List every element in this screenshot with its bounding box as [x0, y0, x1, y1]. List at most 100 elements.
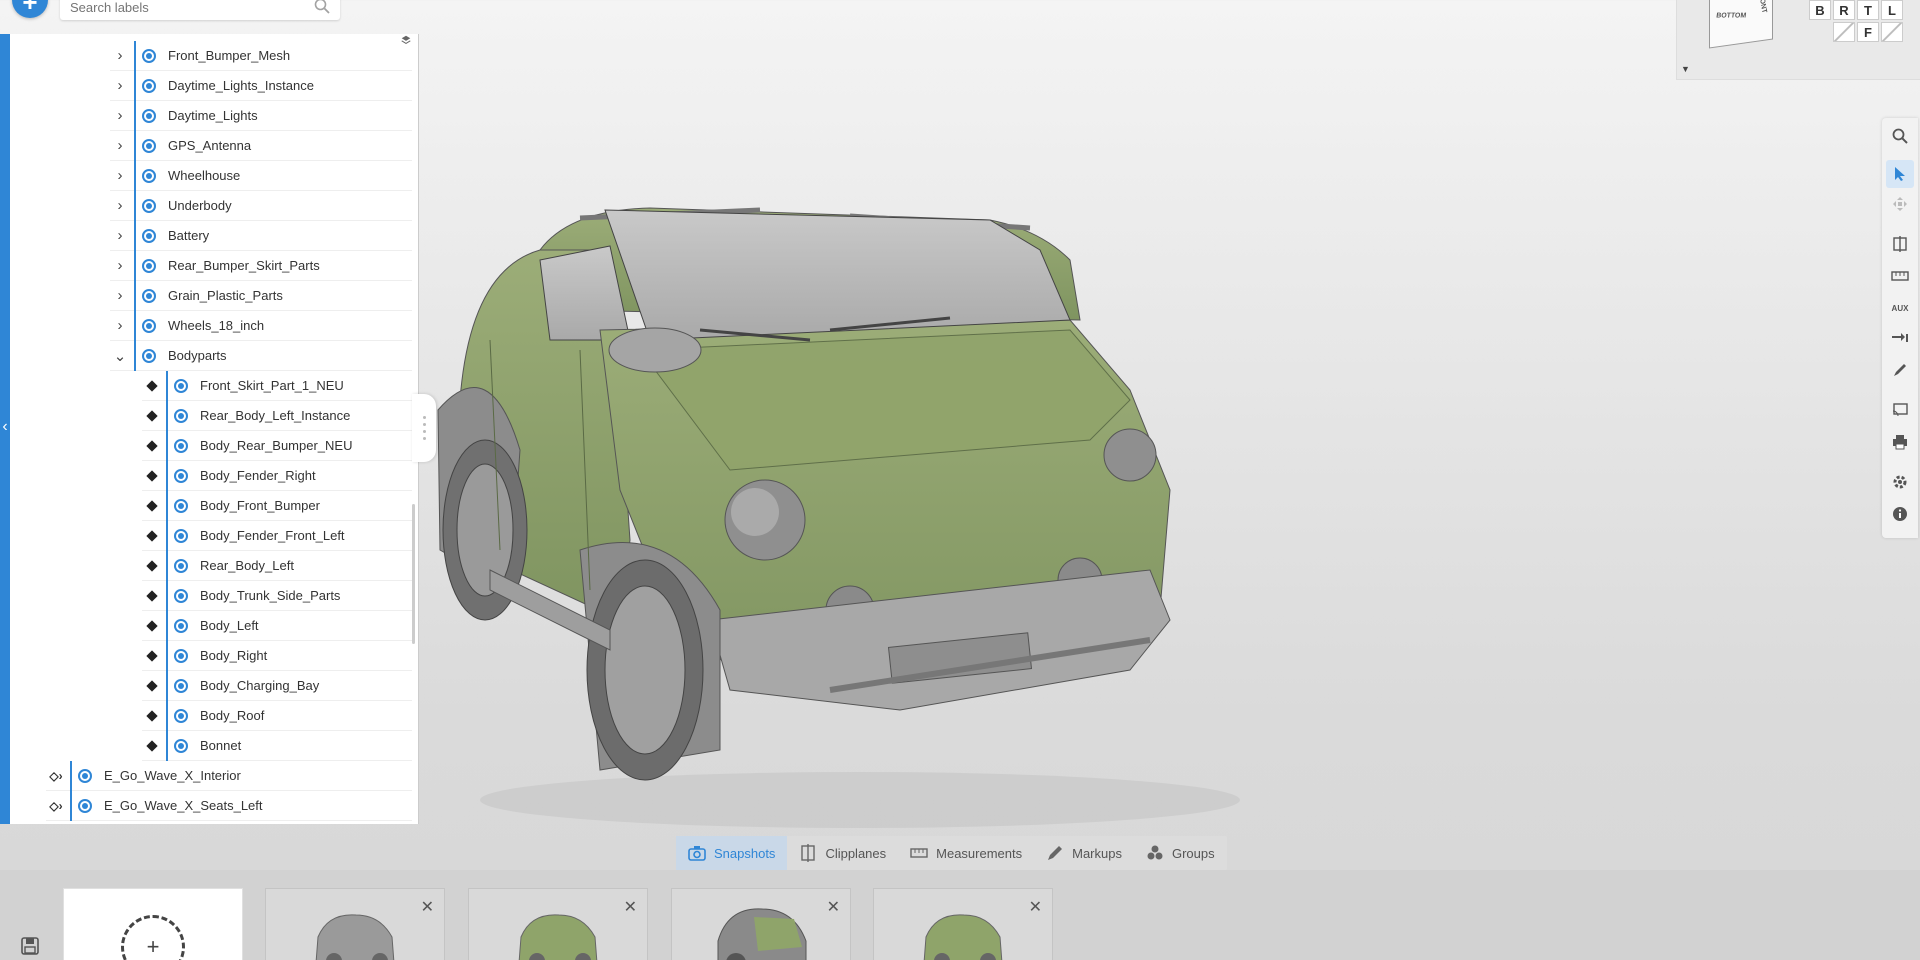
explode-icon[interactable]	[1886, 324, 1914, 352]
save-icon[interactable]	[20, 936, 40, 956]
chevron-right-icon[interactable]: ›	[110, 257, 130, 274]
chevron-right-icon[interactable]: ›	[110, 287, 130, 304]
chevron-right-icon[interactable]: ›	[110, 107, 130, 124]
3d-car-model[interactable]	[430, 190, 1310, 840]
transform-icon[interactable]	[1886, 190, 1914, 218]
chevron-down-icon[interactable]: ⌄	[110, 347, 130, 365]
visibility-toggle[interactable]	[174, 708, 188, 723]
tree-item[interactable]: Body_Left	[142, 610, 412, 641]
tree-item[interactable]: Body_Trunk_Side_Parts	[142, 580, 412, 611]
cube-face-front[interactable]: FRONT	[1757, 0, 1768, 14]
visibility-toggle[interactable]	[142, 288, 156, 303]
visibility-toggle[interactable]	[174, 528, 188, 543]
visibility-toggle[interactable]	[142, 258, 156, 273]
snapshot-card[interactable]: ✕	[468, 888, 648, 960]
collapse-sidebar-icon[interactable]: ‹	[0, 418, 10, 436]
tree-item[interactable]: Body_Roof	[142, 700, 412, 731]
chevron-right-icon[interactable]: ›	[110, 77, 130, 94]
snapshot-card[interactable]: ✕	[873, 888, 1053, 960]
tree-item[interactable]: Body_Front_Bumper	[142, 490, 412, 521]
tree-scrollbar[interactable]	[412, 504, 415, 644]
new-snapshot-button[interactable]: +	[63, 888, 243, 960]
print-icon[interactable]	[1886, 428, 1914, 456]
chevron-right-icon[interactable]: ›	[110, 137, 130, 154]
cast-icon[interactable]	[1886, 396, 1914, 424]
visibility-toggle[interactable]	[142, 48, 156, 63]
tree-item[interactable]: Body_Fender_Front_Left	[142, 520, 412, 551]
view-iso-button[interactable]	[1833, 22, 1855, 42]
chevron-right-icon[interactable]: ›	[110, 197, 130, 214]
chevron-right-icon[interactable]: ›	[110, 167, 130, 184]
search-box[interactable]	[60, 0, 340, 20]
tab-snapshots[interactable]: Snapshots	[676, 836, 788, 870]
tree-item[interactable]: › Daytime_Lights	[110, 100, 412, 131]
tree-item[interactable]: › Wheelhouse	[110, 160, 412, 191]
settings-icon[interactable]	[1886, 468, 1914, 496]
tree-item[interactable]: › Rear_Bumper_Skirt_Parts	[110, 250, 412, 281]
tree-item[interactable]: Body_Fender_Right	[142, 460, 412, 491]
visibility-toggle[interactable]	[142, 348, 156, 363]
close-icon[interactable]: ✕	[1029, 897, 1042, 917]
tree-item[interactable]: Rear_Body_Left	[142, 550, 412, 581]
tree-item[interactable]: Rear_Body_Left_Instance	[142, 400, 412, 431]
tree-item[interactable]: ◇› E_Go_Wave_X_Interior	[46, 760, 412, 791]
cube-dropdown-icon[interactable]: ▼	[1681, 64, 1690, 74]
tab-measurements[interactable]: Measurements	[898, 836, 1034, 870]
visibility-toggle[interactable]	[142, 198, 156, 213]
view-front-button[interactable]: F	[1857, 22, 1879, 42]
view-back-button[interactable]: B	[1809, 0, 1831, 20]
visibility-toggle[interactable]	[174, 378, 188, 393]
visibility-toggle[interactable]	[174, 468, 188, 483]
tree-item[interactable]: ⌄ Bodyparts	[110, 340, 412, 371]
view-top-button[interactable]: T	[1857, 0, 1879, 20]
tree-item[interactable]: › Front_Bumper_Mesh	[110, 40, 412, 71]
chevron-right-icon[interactable]: ›	[110, 47, 130, 64]
chevron-right-icon[interactable]: ›	[110, 227, 130, 244]
tree-item[interactable]: Front_Skirt_Part_1_NEU	[142, 370, 412, 401]
close-icon[interactable]: ✕	[624, 897, 637, 917]
visibility-toggle[interactable]	[142, 108, 156, 123]
visibility-toggle[interactable]	[78, 768, 92, 783]
tree-item[interactable]: › Daytime_Lights_Instance	[110, 70, 412, 101]
cube-face-bottom[interactable]: BOTTOM	[1716, 12, 1747, 19]
view-right-button[interactable]: R	[1833, 0, 1855, 20]
close-icon[interactable]: ✕	[421, 897, 434, 917]
search-input[interactable]	[70, 0, 314, 15]
add-button[interactable]: +	[12, 0, 48, 18]
expand-node-icon[interactable]: ◇›	[46, 769, 66, 783]
tree-item[interactable]: › Wheels_18_inch	[110, 310, 412, 341]
tree-item[interactable]: › GPS_Antenna	[110, 130, 412, 161]
visibility-toggle[interactable]	[174, 738, 188, 753]
view-left-button[interactable]: L	[1881, 0, 1903, 20]
tree-item[interactable]: › Grain_Plastic_Parts	[110, 280, 412, 311]
visibility-toggle[interactable]	[174, 438, 188, 453]
tab-groups[interactable]: Groups	[1134, 836, 1227, 870]
visibility-toggle[interactable]	[174, 588, 188, 603]
visibility-toggle[interactable]	[174, 408, 188, 423]
tree-item[interactable]: › Battery	[110, 220, 412, 251]
tab-markups[interactable]: Markups	[1034, 836, 1134, 870]
tree-item[interactable]: Body_Right	[142, 640, 412, 671]
visibility-toggle[interactable]	[142, 138, 156, 153]
aux-icon[interactable]: AUX	[1886, 294, 1914, 322]
view-iso2-button[interactable]	[1881, 22, 1903, 42]
tree-item[interactable]: › Underbody	[110, 190, 412, 221]
close-icon[interactable]: ✕	[827, 897, 840, 917]
snapshot-card[interactable]: ✕	[265, 888, 445, 960]
expand-node-icon[interactable]: ◇›	[46, 799, 66, 813]
visibility-toggle[interactable]	[142, 228, 156, 243]
visibility-toggle[interactable]	[142, 78, 156, 93]
markup-icon[interactable]	[1886, 356, 1914, 384]
visibility-toggle[interactable]	[174, 678, 188, 693]
tree-item[interactable]: Body_Rear_Bumper_NEU	[142, 430, 412, 461]
visibility-toggle[interactable]	[142, 318, 156, 333]
visibility-toggle[interactable]	[174, 498, 188, 513]
visibility-toggle[interactable]	[142, 168, 156, 183]
tree-item[interactable]: Bonnet	[142, 730, 412, 761]
measure-icon[interactable]	[1886, 262, 1914, 290]
navigation-cube[interactable]: BOTTOM FRONT	[1709, 0, 1773, 49]
visibility-toggle[interactable]	[174, 618, 188, 633]
visibility-toggle[interactable]	[78, 798, 92, 813]
tree-item[interactable]: Body_Charging_Bay	[142, 670, 412, 701]
clipplane-icon[interactable]	[1886, 230, 1914, 258]
